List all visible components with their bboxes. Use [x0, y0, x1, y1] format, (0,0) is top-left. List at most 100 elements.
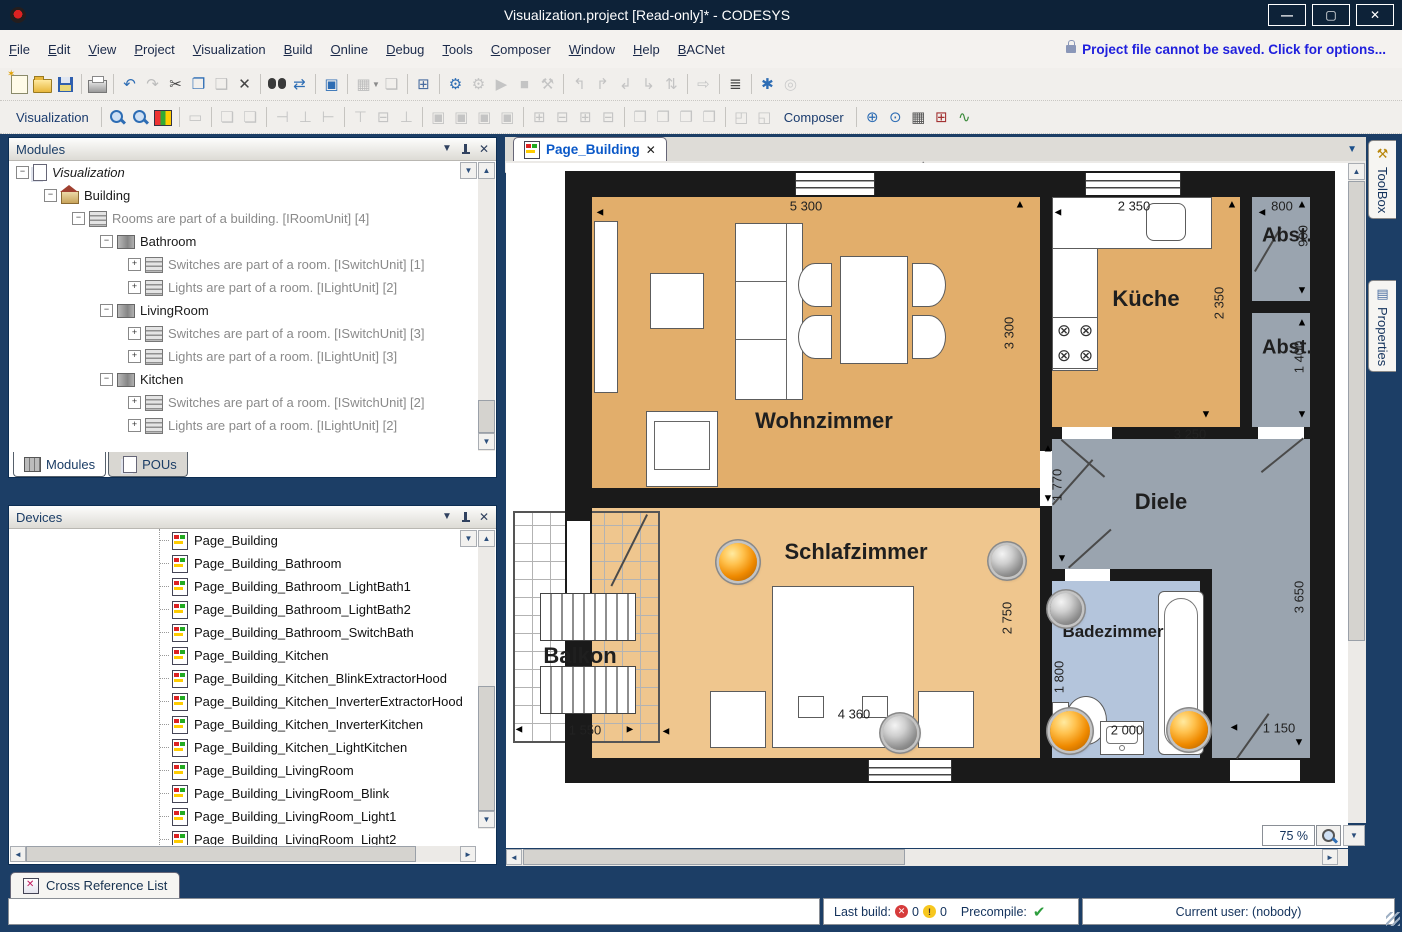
- scroll-up-button[interactable]: ▲: [478, 530, 495, 547]
- new-object-icon[interactable]: ❏: [380, 73, 403, 96]
- scroll-left-button[interactable]: ◄: [10, 846, 26, 862]
- bring-to-front-icon[interactable]: ❒: [629, 106, 652, 129]
- lamp-bathroom-on-1[interactable]: [1050, 711, 1090, 751]
- side-tab-properties[interactable]: ▤Properties: [1368, 280, 1396, 372]
- print-icon[interactable]: [86, 73, 109, 96]
- lamp-bathroom-off[interactable]: [1050, 593, 1082, 625]
- step-out-icon[interactable]: ↲: [614, 73, 637, 96]
- module-tree-item[interactable]: −Bathroom: [10, 230, 477, 253]
- force-values-icon[interactable]: ⇨: [692, 73, 715, 96]
- visualization-toolbar-label[interactable]: Visualization: [16, 110, 89, 125]
- dropdown-arrow-icon[interactable]: ▼: [372, 80, 380, 89]
- device-list-item[interactable]: Page_Building_Bathroom: [10, 552, 477, 575]
- scroll-down-button[interactable]: ▼: [478, 433, 495, 450]
- tab-close-icon[interactable]: ✕: [646, 143, 656, 157]
- stop-icon[interactable]: ■: [513, 73, 536, 96]
- find-icon[interactable]: [265, 73, 288, 96]
- delete-icon[interactable]: ✕: [233, 73, 256, 96]
- lamp-bathroom-on-2[interactable]: [1170, 711, 1208, 749]
- composer-toolbar-label[interactable]: Composer: [784, 110, 844, 125]
- maximize-button[interactable]: ▢: [1312, 4, 1350, 26]
- close-icon[interactable]: ✕: [479, 144, 489, 154]
- side-tab-toolbox[interactable]: ⚒ToolBox: [1368, 140, 1396, 219]
- canvas-hscrollbar[interactable]: ◄ ►: [506, 849, 1348, 866]
- options-icon[interactable]: ✱: [756, 73, 779, 96]
- device-list-item[interactable]: Page_Building_Kitchen_LightKitchen: [10, 736, 477, 759]
- menu-file[interactable]: File: [0, 42, 39, 57]
- device-list-item[interactable]: Page_Building_Kitchen_InverterExtractorH…: [10, 690, 477, 713]
- expand-icon[interactable]: +: [128, 258, 141, 271]
- tree-dropdown-button[interactable]: ▼: [460, 162, 477, 179]
- expand-icon[interactable]: +: [128, 396, 141, 409]
- module-tree-item[interactable]: −LivingRoom: [10, 299, 477, 322]
- lamp-bedroom-off-2[interactable]: [883, 716, 917, 750]
- element-list-icon[interactable]: [152, 106, 175, 129]
- space-vertical-icon[interactable]: ⊟: [551, 106, 574, 129]
- module-tree-item[interactable]: +Switches are part of a room. [ISwitchUn…: [10, 253, 477, 276]
- resize-grip[interactable]: [1386, 912, 1400, 926]
- module-tree-item[interactable]: −Visualization: [10, 161, 477, 184]
- menu-bacnet[interactable]: BACNet: [669, 42, 734, 57]
- menu-help[interactable]: Help: [624, 42, 669, 57]
- scroll-up-button[interactable]: ▲: [478, 162, 495, 179]
- frame-selection-icon[interactable]: ▭: [184, 106, 207, 129]
- expand-icon[interactable]: +: [128, 350, 141, 363]
- module-tree-item[interactable]: +Lights are part of a room. [ILightUnit]…: [10, 276, 477, 299]
- module-tree-item[interactable]: −Rooms are part of a building. [IRoomUni…: [10, 207, 477, 230]
- visualization-canvas[interactable]: ⊗⊗⊗⊗WohnzimmerSchlafzimmerKücheAbst.Abst…: [506, 163, 1348, 848]
- logout-icon[interactable]: ⚙: [467, 73, 490, 96]
- open-file-icon[interactable]: [31, 73, 54, 96]
- collapse-icon[interactable]: −: [72, 212, 85, 225]
- paste-icon[interactable]: ❑: [210, 73, 233, 96]
- panel-menu-icon[interactable]: ▼: [442, 144, 452, 154]
- menu-online[interactable]: Online: [321, 42, 377, 57]
- device-list-item[interactable]: Page_Building_LivingRoom_Light2: [10, 828, 477, 845]
- background-icon[interactable]: ◰: [730, 106, 753, 129]
- canvas-vscrollbar[interactable]: ▲: [1348, 163, 1366, 823]
- make-same-height-icon[interactable]: ▣: [450, 106, 473, 129]
- device-list-item[interactable]: Page_Building_Kitchen: [10, 644, 477, 667]
- login-icon[interactable]: ⚙: [444, 73, 467, 96]
- menu-debug[interactable]: Debug: [377, 42, 433, 57]
- canvas-hscroll-thumb[interactable]: [523, 849, 905, 865]
- scroll-down-button[interactable]: ▼: [1343, 825, 1365, 846]
- menu-view[interactable]: View: [79, 42, 125, 57]
- zoom-level[interactable]: 75 %: [1262, 825, 1315, 846]
- collapse-icon[interactable]: −: [44, 189, 57, 202]
- scroll-right-button[interactable]: ►: [460, 846, 476, 862]
- size-to-grid-icon[interactable]: ▣: [496, 106, 519, 129]
- space-horizontal-icon[interactable]: ⊞: [528, 106, 551, 129]
- module-tree-item[interactable]: +Lights are part of a room. [ILightUnit]…: [10, 414, 477, 437]
- flow-control-icon[interactable]: ⇅: [660, 73, 683, 96]
- ungroup-icon[interactable]: ❏: [239, 106, 262, 129]
- tab-list-dropdown-icon[interactable]: ▼: [1347, 144, 1357, 155]
- canvas-vscroll-thumb[interactable]: [1348, 181, 1365, 641]
- lamp-bedroom-on[interactable]: [719, 543, 757, 581]
- align-left-icon[interactable]: ⊣: [271, 106, 294, 129]
- expand-icon[interactable]: +: [128, 419, 141, 432]
- scroll-left-button[interactable]: ◄: [506, 849, 522, 865]
- device-list-item[interactable]: Page_Building_Kitchen_BlinkExtractorHood: [10, 667, 477, 690]
- watch-icon[interactable]: ≣: [724, 73, 747, 96]
- module-tree-item[interactable]: −Building: [10, 184, 477, 207]
- step-over-icon[interactable]: ↰: [568, 73, 591, 96]
- single-cycle-icon[interactable]: ⚒: [536, 73, 559, 96]
- modules-scroll-thumb[interactable]: [478, 400, 495, 433]
- make-same-width-icon[interactable]: ▣: [427, 106, 450, 129]
- collapse-icon[interactable]: −: [100, 304, 113, 317]
- new-file-icon[interactable]: [8, 73, 31, 96]
- redo-icon[interactable]: ↷: [141, 73, 164, 96]
- menu-tools[interactable]: Tools: [433, 42, 481, 57]
- increase-space-icon[interactable]: ⊞: [574, 106, 597, 129]
- align-right-icon[interactable]: ⊢: [317, 106, 340, 129]
- menu-project[interactable]: Project: [125, 42, 183, 57]
- expand-icon[interactable]: +: [128, 327, 141, 340]
- expand-icon[interactable]: +: [128, 281, 141, 294]
- record-icon[interactable]: ◎: [779, 73, 802, 96]
- collapse-icon[interactable]: −: [16, 166, 29, 179]
- devices-hscroll-thumb[interactable]: [26, 846, 416, 862]
- bring-forward-icon[interactable]: ❒: [652, 106, 675, 129]
- minimize-button[interactable]: —: [1268, 4, 1306, 26]
- device-list-item[interactable]: Page_Building_Bathroom_LightBath2: [10, 598, 477, 621]
- device-list-item[interactable]: Page_Building_LivingRoom: [10, 759, 477, 782]
